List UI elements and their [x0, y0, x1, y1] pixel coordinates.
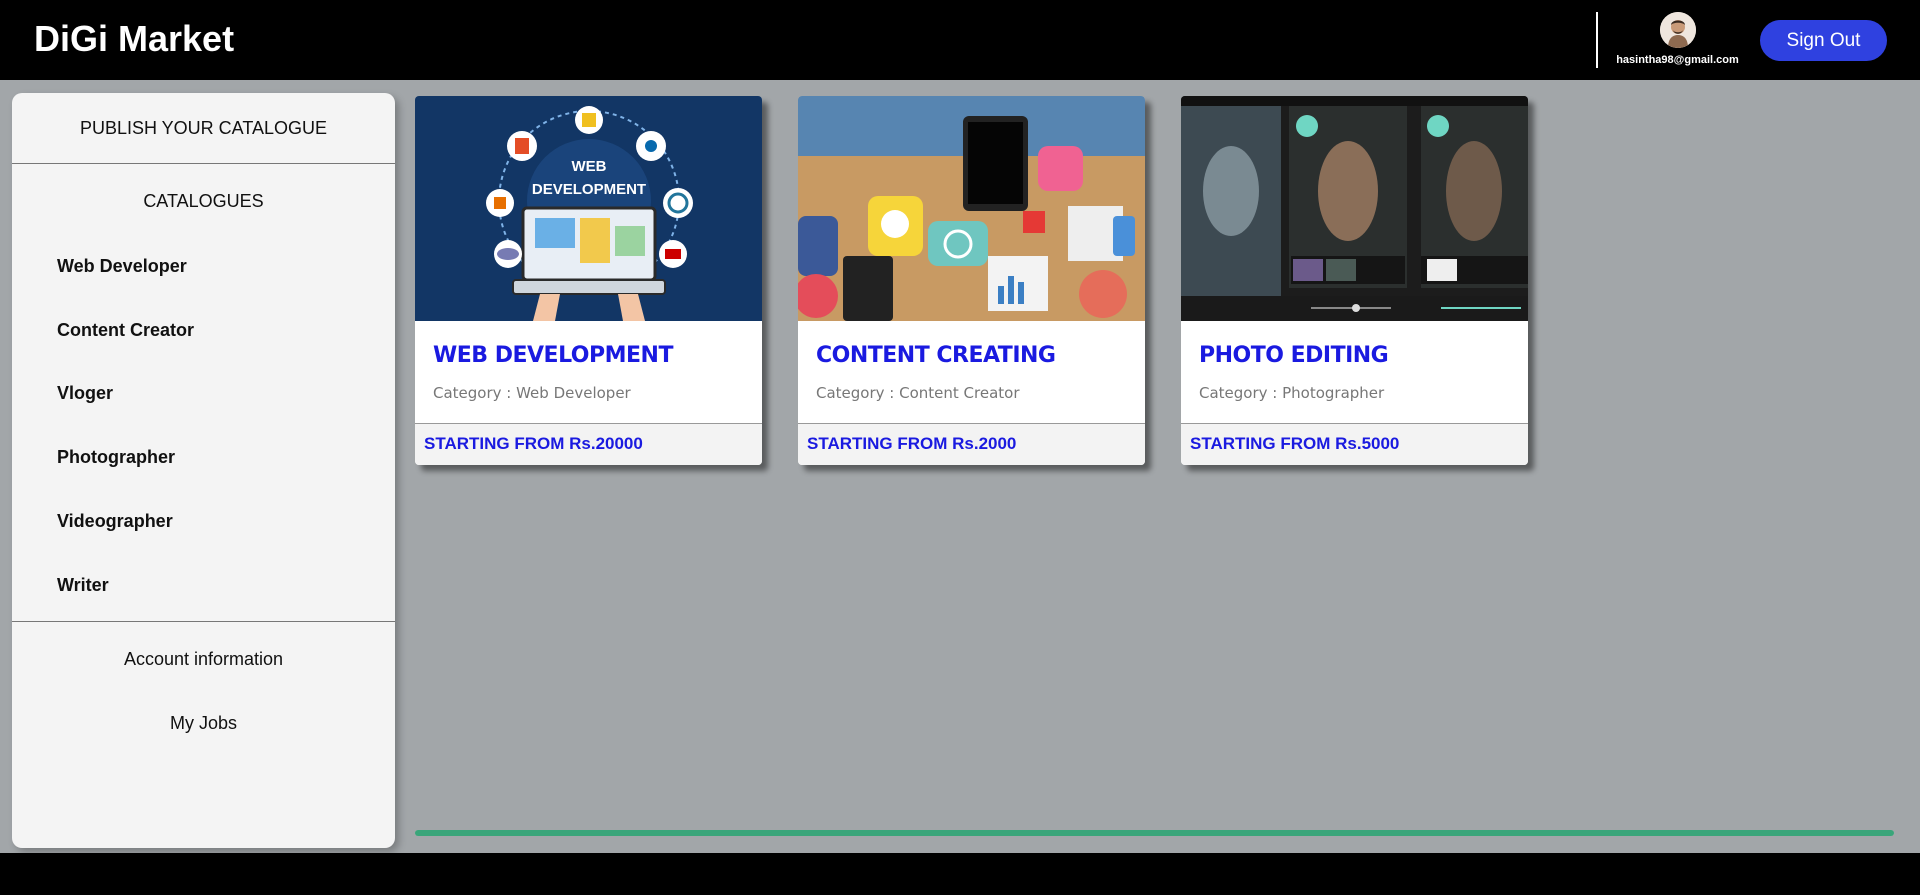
- card-price: STARTING FROM Rs.20000: [424, 434, 643, 453]
- card-category: Category : Photographer: [1199, 384, 1385, 402]
- content-creating-image: [798, 96, 1145, 321]
- sidebar-divider: [12, 621, 395, 622]
- card-price: STARTING FROM Rs.2000: [807, 434, 1017, 453]
- catalogue-card-content-creating[interactable]: CONTENT CREATING Category : Content Crea…: [798, 96, 1145, 465]
- sidebar-item-writer[interactable]: Writer: [57, 575, 109, 596]
- image-text-development: DEVELOPMENT: [532, 181, 646, 198]
- card-footer: STARTING FROM Rs.20000: [415, 423, 762, 465]
- card-category: Category : Web Developer: [433, 384, 631, 402]
- sidebar-item-vloger[interactable]: Vloger: [57, 383, 113, 404]
- publish-catalogue-link[interactable]: PUBLISH YOUR CATALOGUE: [12, 93, 395, 163]
- image-text-web: WEB: [572, 158, 607, 175]
- user-profile[interactable]: hasintha98@gmail.com: [1610, 12, 1745, 66]
- my-jobs-link[interactable]: My Jobs: [12, 713, 395, 734]
- card-footer: STARTING FROM Rs.5000: [1181, 423, 1528, 465]
- account-information-link[interactable]: Account information: [12, 649, 395, 670]
- progress-bar-fill: [415, 830, 1894, 836]
- sidebar-item-videographer[interactable]: Videographer: [57, 511, 173, 532]
- sidebar: PUBLISH YOUR CATALOGUE CATALOGUES Web De…: [12, 93, 395, 848]
- card-title[interactable]: WEB DEVELOPMENT: [433, 343, 673, 368]
- sidebar-divider: [12, 163, 395, 164]
- web-development-image: WEB DEVELOPMENT: [415, 96, 762, 321]
- card-footer: STARTING FROM Rs.2000: [798, 423, 1145, 465]
- sign-out-button[interactable]: Sign Out: [1760, 20, 1887, 61]
- header-divider: [1596, 12, 1598, 68]
- card-title[interactable]: PHOTO EDITING: [1199, 343, 1389, 368]
- catalogue-card-photo-editing[interactable]: PHOTO EDITING Category : Photographer ST…: [1181, 96, 1528, 465]
- sidebar-item-photographer[interactable]: Photographer: [57, 447, 175, 468]
- sidebar-item-web-developer[interactable]: Web Developer: [57, 256, 187, 277]
- card-title[interactable]: CONTENT CREATING: [816, 343, 1056, 368]
- card-category: Category : Content Creator: [816, 384, 1020, 402]
- catalogues-heading: CATALOGUES: [143, 191, 264, 211]
- catalogue-card-web-development[interactable]: WEB DEVELOPMENT WEB DEVELOPMENT Category…: [415, 96, 762, 465]
- progress-bar[interactable]: [415, 830, 1894, 836]
- brand-logo[interactable]: DiGi Market: [34, 18, 234, 60]
- card-price: STARTING FROM Rs.5000: [1190, 434, 1400, 453]
- user-email: hasintha98@gmail.com: [1616, 54, 1739, 66]
- footer: [0, 853, 1920, 895]
- photo-editing-image: [1181, 96, 1528, 321]
- sidebar-item-content-creator[interactable]: Content Creator: [57, 320, 194, 341]
- top-navbar: DiGi Market hasintha98@gmail.com Sign Ou…: [0, 0, 1920, 80]
- user-avatar-icon[interactable]: [1659, 12, 1696, 48]
